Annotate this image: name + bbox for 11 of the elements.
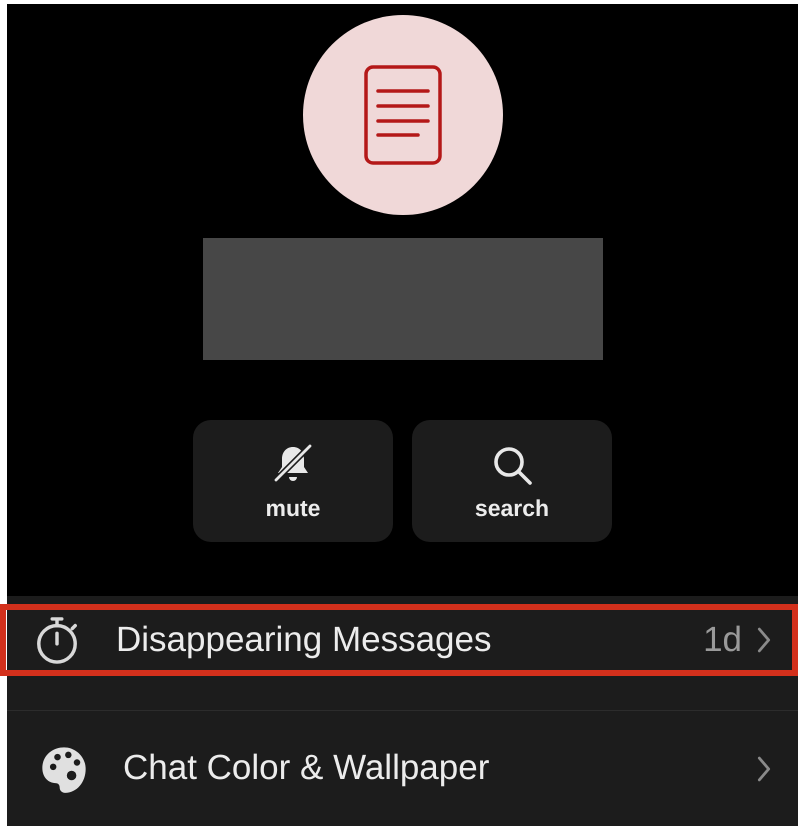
mute-button[interactable]: mute: [193, 420, 393, 542]
chevron-icon: [756, 626, 772, 654]
settings-row[interactable]: Chat Color & Wallpaper: [7, 710, 798, 826]
search-button[interactable]: search: [412, 420, 612, 542]
stopwatch-icon: [34, 614, 80, 666]
document-icon: [362, 64, 442, 166]
row-label: Disappearing Messages: [116, 618, 492, 661]
chevron-icon: [756, 754, 772, 782]
row-value: 1d: [703, 618, 742, 661]
settings-row[interactable]: Disappearing Messages 1d: [0, 604, 798, 676]
row-label: Chat Color & Wallpaper: [123, 747, 490, 790]
